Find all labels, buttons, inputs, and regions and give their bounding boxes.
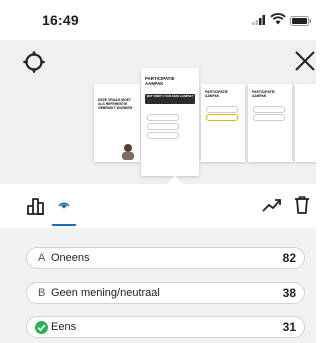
option-letter: A: [38, 252, 46, 264]
result-option-correct[interactable]: Eens 31: [26, 316, 305, 338]
trending-up-icon[interactable]: [262, 197, 282, 213]
slide-option: [206, 106, 238, 113]
results-toolbar: [0, 184, 316, 224]
slide-option: [147, 132, 179, 139]
slide-title: PARTICIPATIE AANPAK: [252, 90, 275, 98]
slide-option-selected: [206, 114, 238, 121]
slide-thumbnail-active[interactable]: PARTICIPATIE AANPAK WAT VINDT U VAN DEZE…: [141, 68, 199, 176]
gear-icon[interactable]: [22, 50, 46, 74]
slide-option: [147, 123, 179, 130]
option-letter: B: [38, 287, 46, 299]
slide-question-bar: WAT VINDT U VAN DEZE AANPAK?: [145, 94, 195, 104]
slide-thumbnail[interactable]: PARTICIPATIE AANPAK: [201, 84, 245, 162]
result-option-b[interactable]: B Geen mening/neutraal 38: [26, 282, 305, 304]
slide-option: [253, 114, 285, 121]
slide-carousel[interactable]: DEZE VRAAG MOET ALS REFERENTIE GEBRUIKT …: [0, 40, 316, 184]
option-label: Geen mening/neutraal: [51, 287, 160, 299]
option-label: Oneens: [51, 252, 90, 264]
trash-icon[interactable]: [294, 195, 310, 215]
vote-count: 82: [282, 251, 296, 265]
wifi-icon: [270, 13, 286, 25]
active-slide-pointer: [167, 176, 183, 184]
result-option-a[interactable]: A Oneens 82: [26, 247, 305, 269]
broadcast-icon[interactable]: [56, 198, 72, 210]
bar-chart-icon[interactable]: [26, 196, 46, 216]
presenter-photo: [122, 144, 134, 160]
slide-option: [147, 114, 179, 121]
slide-thumbnail[interactable]: [295, 84, 316, 162]
slide-option: [253, 106, 285, 113]
vote-count: 31: [282, 320, 296, 334]
checkmark-icon: [35, 321, 48, 334]
option-label: Eens: [51, 321, 77, 333]
close-icon[interactable]: [292, 48, 318, 74]
vote-count: 38: [282, 286, 296, 300]
active-tab-indicator: [52, 224, 76, 226]
cellular-signal-icon: [252, 15, 265, 25]
status-time: 16:49: [42, 12, 79, 28]
slide-question-text: WAT VINDT U VAN DEZE AANPAK?: [146, 94, 194, 98]
slide-thumbnail[interactable]: DEZE VRAAG MOET ALS REFERENTIE GEBRUIKT …: [94, 84, 140, 162]
slide-title: PARTICIPATIE AANPAK: [145, 76, 175, 86]
battery-icon: [290, 16, 311, 26]
slide-title: PARTICIPATIE AANPAK: [205, 90, 228, 98]
status-bar: 16:49: [0, 0, 316, 40]
slide-thumbnail[interactable]: PARTICIPATIE AANPAK: [248, 84, 292, 162]
slide-title: DEZE VRAAG MOET ALS REFERENTIE GEBRUIKT …: [98, 98, 133, 110]
